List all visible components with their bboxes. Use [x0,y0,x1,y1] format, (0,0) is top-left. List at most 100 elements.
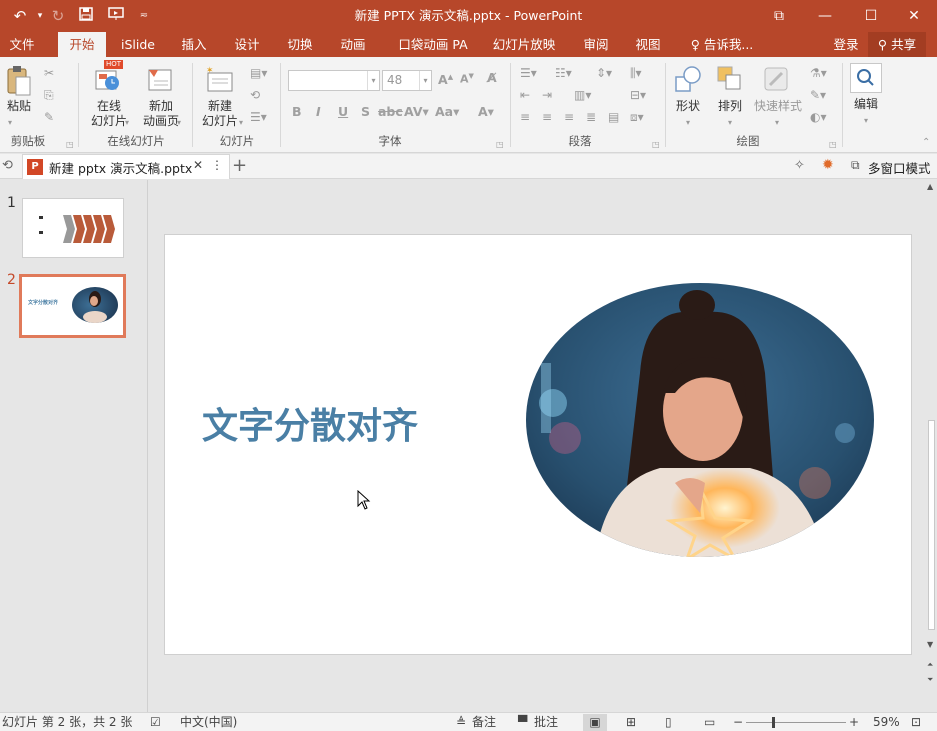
tab-review[interactable]: 审阅 [574,32,618,57]
increase-font-icon[interactable]: A▲ [438,72,453,87]
shapes-dropdown-icon[interactable]: ▾ [686,115,690,131]
collapse-ribbon-icon[interactable]: ⌃ [922,135,930,151]
magic-tool-icon[interactable]: ✧ [794,158,805,173]
new-animation-page-icon[interactable] [146,65,176,97]
language-indicator[interactable]: 中文(中国) [180,714,237,731]
format-painter-icon[interactable]: ✎ [44,109,54,125]
shapes-icon[interactable] [672,65,704,95]
multi-window-icon[interactable]: ⧉ [851,158,860,173]
online-slide-icon[interactable] [94,65,124,97]
zoom-in-icon[interactable]: + [849,714,859,731]
notes-icon[interactable]: ≜ [456,714,466,731]
change-case-icon[interactable]: Aa▾ [435,104,459,119]
paste-dropdown-icon[interactable]: ▾ [8,115,12,131]
arrange-label[interactable]: 排列 [712,99,748,114]
tab-animations[interactable]: 动画 [331,32,375,57]
document-tab[interactable]: P 新建 pptx 演示文稿.pptx ✕ ⋮ [22,154,230,179]
find-icon[interactable] [850,63,882,93]
shape-effects-icon[interactable]: ◐▾ [810,109,827,125]
numbering-icon[interactable]: ☷▾ [555,65,572,81]
copy-icon[interactable]: ⎘ [44,87,54,103]
slide-sorter-icon[interactable]: ⊞ [626,714,636,731]
scrollbar-thumb[interactable] [928,420,935,630]
underline-icon[interactable]: U [338,104,348,119]
smartart-icon[interactable]: ⧈▾ [630,109,644,125]
clear-formatting-icon[interactable]: A̸ [487,70,497,85]
tab-home[interactable]: 开始 [58,32,106,57]
slide-canvas[interactable]: 文字分散对齐 [164,234,912,655]
font-size-dropdown-icon[interactable]: ▾ [419,71,431,90]
tab-file[interactable]: 文件 [0,32,44,57]
paste-label[interactable]: 粘贴 [2,99,36,114]
arrange-icon[interactable] [716,65,746,95]
tab-slideshow[interactable]: 幻灯片放映 [488,32,560,57]
notes-button[interactable]: 备注 [472,714,496,731]
new-slide-icon[interactable]: ✶ [204,65,236,97]
new-slide-label[interactable]: 新建 幻灯片 [195,99,245,129]
tab-pocket-animation[interactable]: 口袋动画 PA [392,32,474,57]
zoom-level[interactable]: 59% [873,714,900,731]
layout-icon[interactable]: ▤▾ [250,65,267,81]
distributed-icon[interactable]: ▤ [608,109,619,125]
align-left-icon[interactable]: ≡ [520,109,530,125]
editing-label[interactable]: 编辑 [848,97,884,112]
sign-in-link[interactable]: 登录 [828,32,864,57]
font-color-icon[interactable]: A▾ [478,104,494,119]
new-animation-dropdown-icon[interactable]: ▾ [177,115,181,131]
strikethrough-icon[interactable]: abc [378,104,403,119]
online-slide-dropdown-icon[interactable]: ▾ [125,115,129,131]
line-spacing-icon[interactable]: ⇕▾ [596,65,612,81]
tab-transitions[interactable]: 切换 [278,32,322,57]
vertical-scrollbar[interactable]: ▲ ▼ ⏶ ⏷ [926,180,937,712]
tab-design[interactable]: 设计 [225,32,269,57]
quick-styles-icon[interactable] [762,65,792,95]
quick-styles-dropdown-icon[interactable]: ▾ [775,115,779,131]
tab-view[interactable]: 视图 [626,32,670,57]
clipboard-launcher-icon[interactable]: ◳ [66,137,74,153]
font-name-combo[interactable]: ▾ [288,70,380,91]
maximize-button[interactable]: ☐ [848,0,894,32]
spellcheck-icon[interactable]: ☑ [150,714,161,731]
shapes-label[interactable]: 形状 [670,99,706,114]
bullets-icon[interactable]: ☰▾ [520,65,537,81]
shape-outline-icon[interactable]: ✎▾ [810,87,826,103]
slide-thumbnail-2[interactable]: 文字分散对齐 [19,274,126,338]
comments-icon[interactable]: ▀ [518,714,527,731]
new-slide-dropdown-icon[interactable]: ▾ [239,115,243,131]
slide-thumbnail-1[interactable] [22,198,124,258]
share-button[interactable]: ⚲ 共享 [868,32,926,57]
justify-icon[interactable]: ≣ [586,109,596,125]
tab-menu-icon[interactable]: ⋮ [211,158,223,172]
paste-icon[interactable] [6,65,32,99]
section-icon[interactable]: ☰▾ [250,109,267,125]
decrease-indent-icon[interactable]: ⇤ [520,87,530,103]
slide-title-text[interactable]: 文字分散对齐 [202,397,418,449]
ribbon-display-options-icon[interactable]: ⧉ [756,0,802,32]
zoom-slider-thumb[interactable] [772,717,775,728]
close-button[interactable]: ✕ [891,0,937,32]
reading-view-icon[interactable]: ▯ [665,714,672,731]
editing-dropdown-icon[interactable]: ▾ [864,113,868,129]
fit-to-window-icon[interactable]: ⊡ [911,714,921,731]
sync-icon[interactable]: ⟲ [2,158,13,173]
paragraph-launcher-icon[interactable]: ◳ [652,137,660,153]
multi-window-label[interactable]: 多窗口模式 [868,158,931,177]
scroll-down-icon[interactable]: ▼ [927,640,933,649]
tab-islide[interactable]: iSlide [113,32,163,57]
portrait-photo[interactable] [525,283,875,559]
drawing-launcher-icon[interactable]: ◳ [829,137,837,153]
new-tab-icon[interactable]: + [232,155,247,176]
decrease-font-icon[interactable]: A▼ [460,72,474,86]
next-slide-icon[interactable]: ⏷ [927,675,933,685]
align-center-icon[interactable]: ≡ [542,109,552,125]
settings-gear-icon[interactable]: ✹ [822,157,834,173]
text-direction-icon[interactable]: ⫼▾ [630,65,642,81]
align-right-icon[interactable]: ≡ [564,109,574,125]
font-size-combo[interactable]: 48 ▾ [382,70,432,91]
scroll-up-icon[interactable]: ▲ [927,182,933,191]
columns-icon[interactable]: ▥▾ [574,87,591,103]
shape-fill-icon[interactable]: ⚗▾ [810,65,827,81]
bold-icon[interactable]: B [292,104,302,119]
minimize-button[interactable]: — [802,0,848,32]
tab-insert[interactable]: 插入 [172,32,216,57]
